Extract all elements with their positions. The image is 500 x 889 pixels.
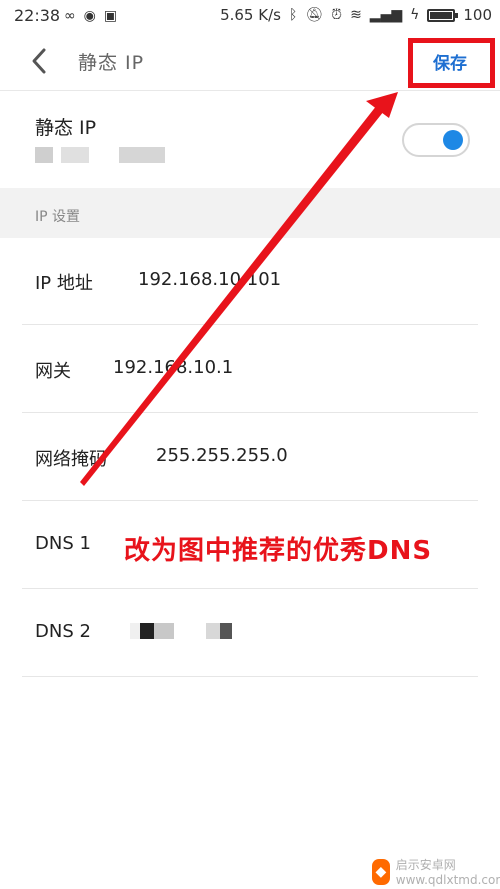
annotation-arrow-icon [80,92,398,486]
annotation-text: 改为图中推荐的优秀DNS [124,536,433,566]
watermark-text: 启示安卓网 www.qdlxtmd.com [395,858,500,887]
watermark: ◆ 启示安卓网 www.qdlxtmd.com [372,856,500,887]
watermark-logo-icon: ◆ [372,858,390,885]
